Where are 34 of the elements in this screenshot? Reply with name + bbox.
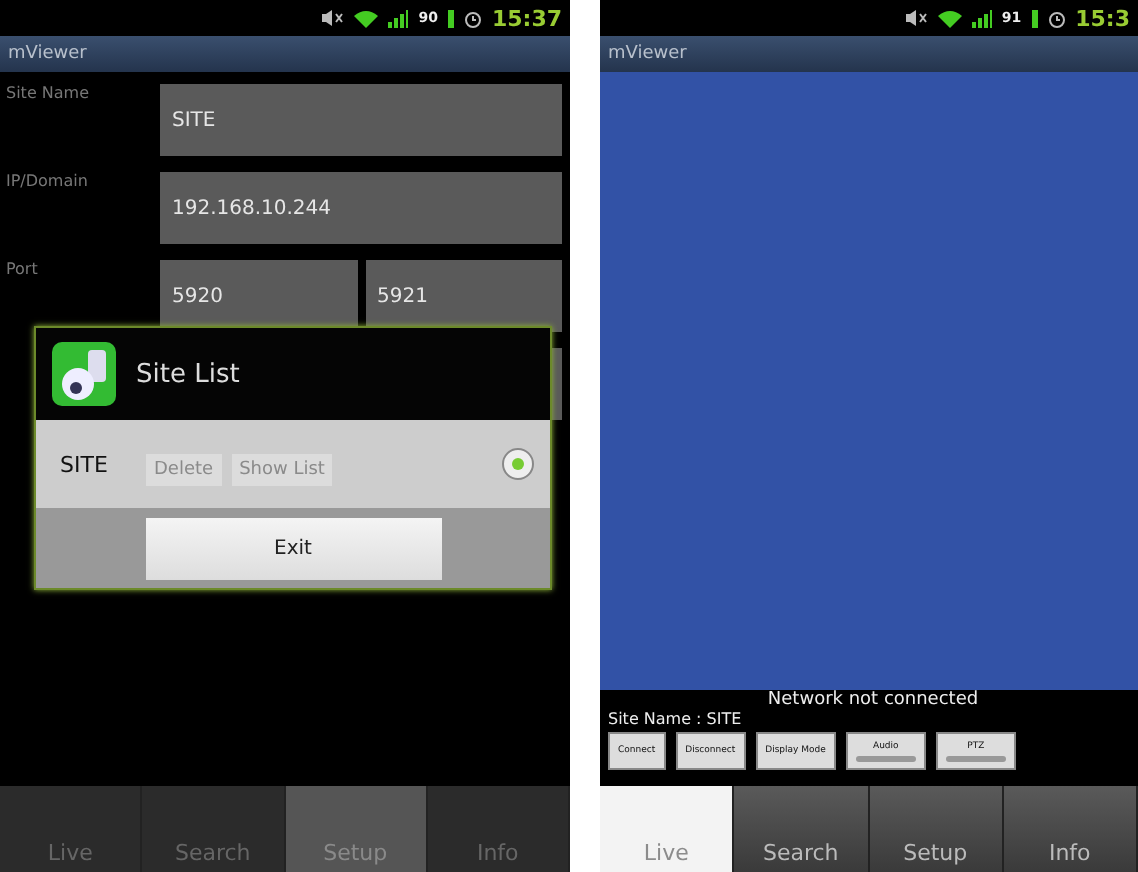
app-title: mViewer [8, 44, 87, 64]
tab[interactable]: Live [600, 786, 735, 872]
field-label: Port [6, 260, 40, 282]
tab[interactable]: Search [734, 786, 869, 872]
battery-icon [447, 9, 454, 27]
input-field[interactable]: 5920 [160, 260, 357, 332]
tab[interactable]: Setup [869, 786, 1004, 872]
radio-button[interactable] [502, 448, 534, 480]
wifi-icon [354, 9, 379, 27]
wifi-icon [937, 9, 962, 27]
tab[interactable]: Info [1003, 786, 1138, 872]
muted-speaker-icon [905, 10, 928, 26]
dialog-title: Site List [136, 359, 240, 389]
exit-button[interactable]: Exit [145, 517, 441, 579]
alarm-icon [1047, 9, 1066, 27]
site-name[interactable]: SITE [60, 451, 108, 477]
field-label: Site Name [6, 84, 92, 106]
field-label: IP/Domain [6, 172, 90, 194]
status-time: 15:3 [1075, 5, 1130, 31]
site-name-label: Site Name : SITE [608, 710, 744, 728]
app-title: mViewer [608, 44, 687, 64]
camera-app-icon [52, 342, 116, 406]
status-time: 15:37 [491, 5, 562, 31]
input-field[interactable]: 5921 [365, 260, 562, 332]
input-field[interactable]: SITE [160, 84, 562, 156]
slider-track [945, 755, 1006, 761]
slider-track [855, 755, 916, 761]
input-field[interactable]: 192.168.10.244 [160, 172, 562, 244]
muted-speaker-icon [322, 10, 345, 26]
battery-icon [1031, 9, 1038, 27]
alarm-icon [463, 9, 482, 27]
connection-status: Network not connected [767, 690, 979, 710]
signal-icon [388, 9, 409, 27]
signal-icon [971, 9, 992, 27]
